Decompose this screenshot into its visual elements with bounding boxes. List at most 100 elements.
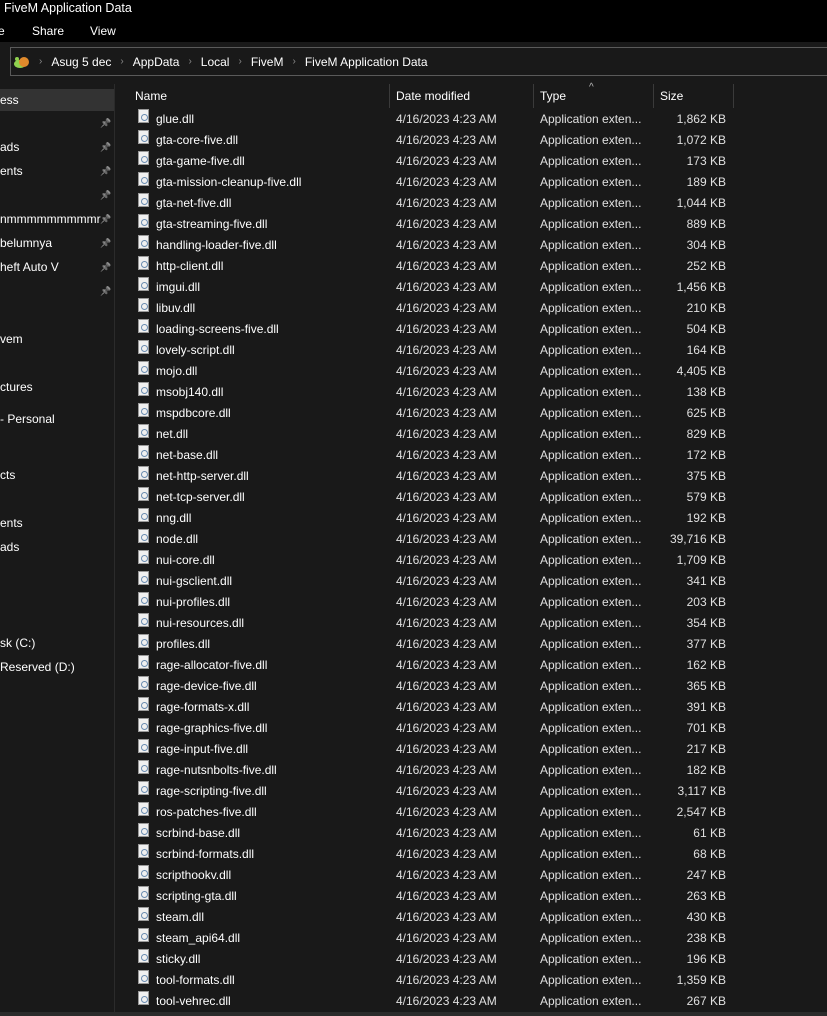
breadcrumb-item[interactable]: Asug 5 dec xyxy=(51,55,111,69)
sidebar-item[interactable]: - Personal xyxy=(0,408,114,430)
file-row[interactable]: loading-screens-five.dll 4/16/2023 4:23 A… xyxy=(120,319,827,340)
file-row[interactable]: sticky.dll 4/16/2023 4:23 AM Application e… xyxy=(120,949,827,970)
file-row[interactable]: net-tcp-server.dll 4/16/2023 4:23 AM Appli… xyxy=(120,487,827,508)
column-name[interactable]: Name xyxy=(120,84,390,108)
file-date-modified: 4/16/2023 4:23 AM xyxy=(396,532,497,546)
file-row[interactable]: rage-nutsnbolts-five.dll 4/16/2023 4:23 A… xyxy=(120,760,827,781)
file-row[interactable]: nng.dll 4/16/2023 4:23 AM Application exte… xyxy=(120,508,827,529)
file-row[interactable]: gta-game-five.dll 4/16/2023 4:23 AM Applic… xyxy=(120,151,827,172)
sidebar-item[interactable]: belumnya 📌 xyxy=(0,232,114,254)
file-size: 391 KB xyxy=(686,700,726,714)
tab-view[interactable]: View xyxy=(90,24,116,38)
tab-share[interactable]: Share xyxy=(32,24,64,38)
file-row[interactable]: nui-core.dll 4/16/2023 4:23 AM Application… xyxy=(120,550,827,571)
pin-icon[interactable]: 📌 xyxy=(100,184,112,206)
file-row[interactable]: msobj140.dll 4/16/2023 4:23 AM Application… xyxy=(120,382,827,403)
sidebar-item[interactable]: Reserved (D:) xyxy=(0,656,114,678)
file-row[interactable]: steam_api64.dll 4/16/2023 4:23 AM Applicat… xyxy=(120,928,827,949)
breadcrumb-item[interactable]: FiveM Application Data xyxy=(305,55,428,69)
pin-icon[interactable]: 📌 xyxy=(100,280,112,302)
file-type: Application exten... xyxy=(540,511,642,525)
file-row[interactable]: scripting-gta.dll 4/16/2023 4:23 AM Applic… xyxy=(120,886,827,907)
file-row[interactable]: mspdbcore.dll 4/16/2023 4:23 AM Applicatio… xyxy=(120,403,827,424)
file-row[interactable]: nui-profiles.dll 4/16/2023 4:23 AM Applica… xyxy=(120,592,827,613)
snail-folder-icon xyxy=(14,55,30,69)
sidebar-item[interactable]: ents 📌 xyxy=(0,160,114,182)
sidebar-item[interactable]: 📌 xyxy=(0,184,114,206)
pin-icon[interactable]: 📌 xyxy=(100,256,112,278)
file-row[interactable]: tool-formats.dll 4/16/2023 4:23 AM Applica… xyxy=(120,970,827,991)
file-size: 2,547 KB xyxy=(676,805,726,819)
column-size[interactable]: Size xyxy=(654,84,734,108)
sidebar-item[interactable]: ents xyxy=(0,512,114,534)
file-row[interactable]: gta-mission-cleanup-five.dll 4/16/2023 4:… xyxy=(120,172,827,193)
file-date-modified: 4/16/2023 4:23 AM xyxy=(396,763,497,777)
sidebar-item[interactable]: ctures xyxy=(0,376,114,398)
breadcrumb-item[interactable]: FiveM xyxy=(251,55,284,69)
file-row[interactable]: rage-scripting-five.dll 4/16/2023 4:23 AM… xyxy=(120,781,827,802)
breadcrumb-item[interactable]: AppData xyxy=(133,55,180,69)
sidebar-item[interactable]: ess xyxy=(0,89,114,111)
file-row[interactable]: net-base.dll 4/16/2023 4:23 AM Application… xyxy=(120,445,827,466)
file-row[interactable]: nui-gsclient.dll 4/16/2023 4:23 AM Applica… xyxy=(120,571,827,592)
breadcrumb-item[interactable]: Local xyxy=(201,55,230,69)
pin-icon[interactable]: 📌 xyxy=(100,112,112,134)
file-row[interactable]: gta-net-five.dll 4/16/2023 4:23 AM Applica… xyxy=(120,193,827,214)
column-type[interactable]: Type xyxy=(534,84,654,108)
pin-icon[interactable]: 📌 xyxy=(100,160,112,182)
file-row[interactable]: scripthookv.dll 4/16/2023 4:23 AM Applicat… xyxy=(120,865,827,886)
file-size: 829 KB xyxy=(686,427,726,441)
file-row[interactable]: gta-streaming-five.dll 4/16/2023 4:23 AM A… xyxy=(120,214,827,235)
file-row[interactable]: nui-resources.dll 4/16/2023 4:23 AM Applic… xyxy=(120,613,827,634)
file-row[interactable]: tool-vehrec.dll 4/16/2023 4:23 AM Applicat… xyxy=(120,991,827,1012)
file-row[interactable]: lovely-script.dll 4/16/2023 4:23 AM Applic… xyxy=(120,340,827,361)
file-row[interactable]: imgui.dll 4/16/2023 4:23 AM Application ex… xyxy=(120,277,827,298)
sidebar-item[interactable]: 📌 xyxy=(0,112,114,134)
file-row[interactable]: rage-allocator-five.dll 4/16/2023 4:23 AM… xyxy=(120,655,827,676)
file-type: Application exten... xyxy=(540,595,642,609)
sidebar-item[interactable]: cts xyxy=(0,464,114,486)
file-row[interactable]: rage-graphics-five.dll 4/16/2023 4:23 AM A… xyxy=(120,718,827,739)
file-row[interactable]: ros-patches-five.dll 4/16/2023 4:23 AM App… xyxy=(120,802,827,823)
file-row[interactable]: http-client.dll 4/16/2023 4:23 AM Applicat… xyxy=(120,256,827,277)
dll-file-icon xyxy=(138,760,149,774)
file-row[interactable]: glue.dll 4/16/2023 4:23 AM Application ext… xyxy=(120,109,827,130)
sidebar-item[interactable]: ads 📌 xyxy=(0,136,114,158)
file-row[interactable]: scrbind-base.dll 4/16/2023 4:23 AM Applica… xyxy=(120,823,827,844)
pin-icon[interactable]: 📌 xyxy=(100,232,112,254)
sidebar-item[interactable]: vem xyxy=(0,328,114,350)
file-date-modified: 4/16/2023 4:23 AM xyxy=(396,259,497,273)
file-row[interactable]: rage-formats-x.dll 4/16/2023 4:23 AM Appli… xyxy=(120,697,827,718)
file-row[interactable]: steam.dll 4/16/2023 4:23 AM Application ex… xyxy=(120,907,827,928)
sidebar-item[interactable]: nmmmmmmmmmr 📌 xyxy=(0,208,114,230)
sidebar-item[interactable]: heft Auto V 📌 xyxy=(0,256,114,278)
pin-icon[interactable]: 📌 xyxy=(100,136,112,158)
file-row[interactable]: profiles.dll 4/16/2023 4:23 AM Application… xyxy=(120,634,827,655)
address-bar[interactable]: › Asug 5 dec › AppData › Local › FiveM ›… xyxy=(10,47,827,76)
column-date-modified[interactable]: Date modified xyxy=(390,84,534,108)
pin-icon[interactable]: 📌 xyxy=(100,208,112,230)
file-size: 430 KB xyxy=(686,910,726,924)
file-type: Application exten... xyxy=(540,742,642,756)
file-row[interactable]: net-http-server.dll 4/16/2023 4:23 AM Appl… xyxy=(120,466,827,487)
sidebar-item[interactable]: sk (C:) xyxy=(0,632,114,654)
sidebar-item[interactable]: ads xyxy=(0,536,114,558)
file-row[interactable]: handling-loader-five.dll 4/16/2023 4:23 A… xyxy=(120,235,827,256)
file-row[interactable]: rage-input-five.dll 4/16/2023 4:23 AM Appl… xyxy=(120,739,827,760)
file-type: Application exten... xyxy=(540,448,642,462)
file-row[interactable]: net.dll 4/16/2023 4:23 AM Application exte… xyxy=(120,424,827,445)
file-row[interactable]: scrbind-formats.dll 4/16/2023 4:23 AM Appl… xyxy=(120,844,827,865)
file-row[interactable]: rage-device-five.dll 4/16/2023 4:23 AM App… xyxy=(120,676,827,697)
file-type: Application exten... xyxy=(540,784,642,798)
file-type: Application exten... xyxy=(540,658,642,672)
file-row[interactable]: node.dll 4/16/2023 4:23 AM Application ext… xyxy=(120,529,827,550)
file-row[interactable]: mojo.dll 4/16/2023 4:23 AM Application ext… xyxy=(120,361,827,382)
file-row[interactable]: gta-core-five.dll 4/16/2023 4:23 AM Applic… xyxy=(120,130,827,151)
sidebar-item[interactable]: 📌 xyxy=(0,280,114,302)
file-row[interactable]: libuv.dll 4/16/2023 4:23 AM Application ex… xyxy=(120,298,827,319)
tab-file[interactable]: e xyxy=(0,24,5,38)
file-size: 1,359 KB xyxy=(676,973,726,987)
sidebar-item-label: Reserved (D:) xyxy=(0,660,75,674)
chevron-right-icon: › xyxy=(39,56,43,67)
dll-file-icon xyxy=(138,361,149,375)
